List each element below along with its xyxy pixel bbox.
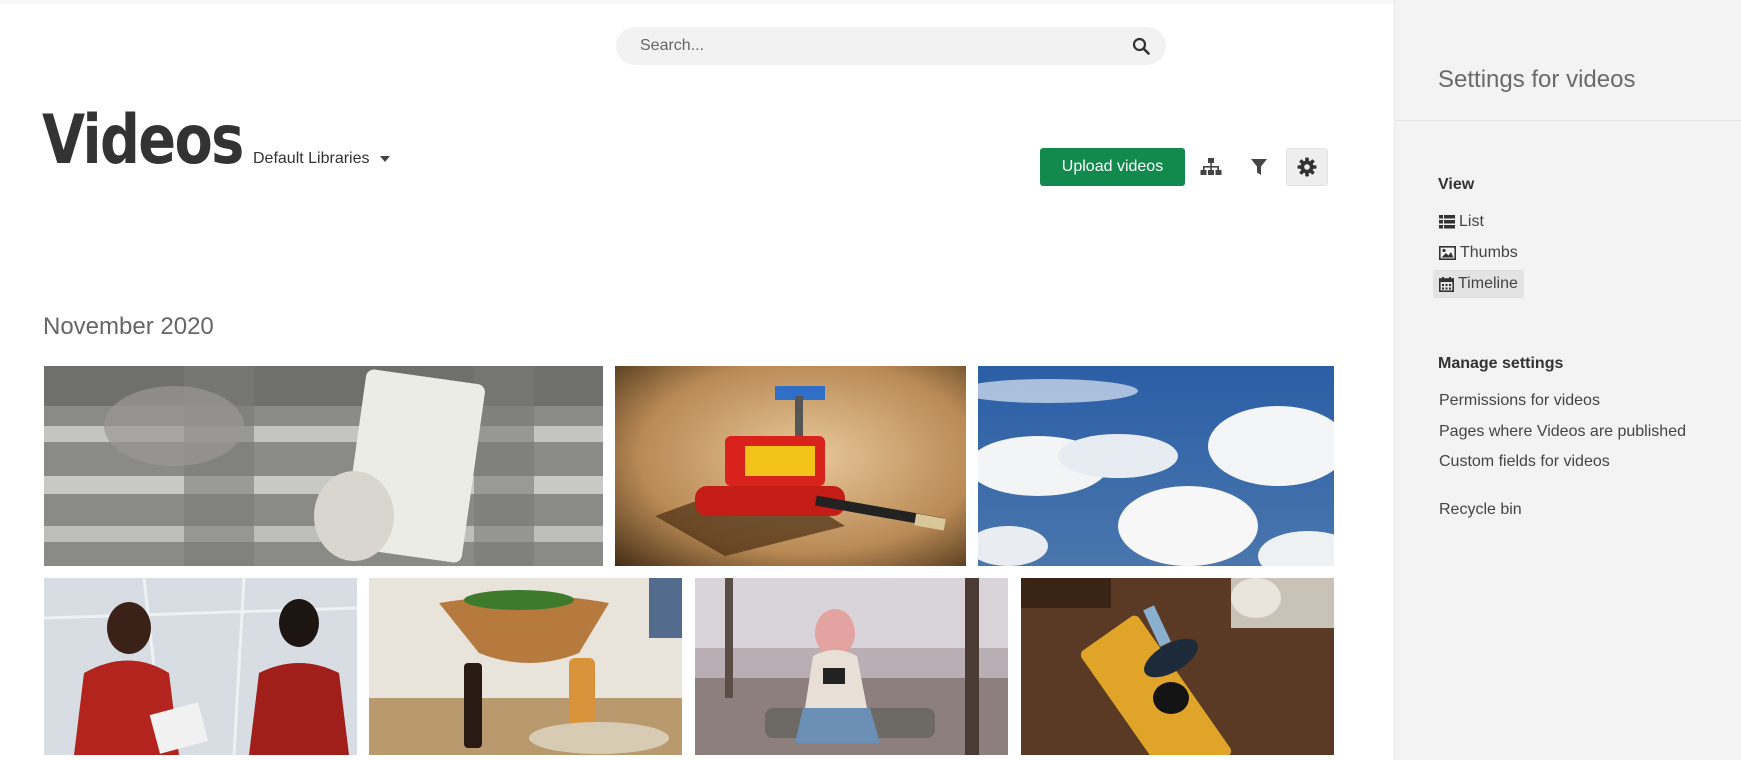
view-option-label: List bbox=[1459, 213, 1484, 230]
image-icon bbox=[1439, 246, 1456, 260]
hierarchy-icon bbox=[1200, 158, 1222, 175]
published-pages-link[interactable]: Pages where Videos are published bbox=[1439, 423, 1686, 441]
caret-down-icon bbox=[379, 156, 390, 162]
sidebar-title: Settings for videos bbox=[1438, 66, 1636, 93]
view-option-thumbs[interactable]: Thumbs bbox=[1433, 239, 1524, 267]
search-icon[interactable] bbox=[1130, 35, 1152, 57]
settings-button[interactable] bbox=[1286, 148, 1328, 186]
view-option-list[interactable]: List bbox=[1433, 208, 1490, 236]
recycle-bin-link[interactable]: Recycle bin bbox=[1439, 501, 1522, 519]
video-thumbnail-clouds[interactable] bbox=[978, 366, 1334, 566]
page-title: Videos bbox=[42, 101, 244, 180]
upload-videos-button[interactable]: Upload videos bbox=[1040, 148, 1185, 186]
video-thumbnail-yoga-mat[interactable] bbox=[1021, 578, 1334, 755]
list-icon bbox=[1439, 215, 1455, 229]
video-thumbnail-salad-bowl[interactable] bbox=[369, 578, 682, 755]
video-thumbnail-woman-with-camera[interactable] bbox=[695, 578, 1008, 755]
permissions-link[interactable]: Permissions for videos bbox=[1439, 392, 1600, 410]
custom-fields-link[interactable]: Custom fields for videos bbox=[1439, 453, 1610, 471]
view-option-label: Thumbs bbox=[1460, 244, 1518, 261]
view-option-label: Timeline bbox=[1458, 275, 1518, 292]
calendar-icon bbox=[1439, 276, 1454, 292]
video-thumbnail-lego-robot[interactable] bbox=[615, 366, 966, 566]
filter-icon bbox=[1251, 159, 1267, 175]
library-dropdown[interactable]: Default Libraries bbox=[253, 150, 390, 168]
filter-button[interactable] bbox=[1238, 148, 1280, 186]
search-bar[interactable] bbox=[616, 27, 1166, 65]
top-border bbox=[0, 0, 1394, 4]
manage-settings-heading: Manage settings bbox=[1438, 355, 1564, 372]
sidebar-header bbox=[1395, 0, 1741, 121]
settings-sidebar: Settings for videos View List Thumbs Tim… bbox=[1394, 0, 1741, 760]
video-thumbnail-women-talking[interactable] bbox=[44, 578, 357, 755]
video-thumbnail-hand-with-card[interactable] bbox=[44, 366, 603, 566]
view-option-timeline[interactable]: Timeline bbox=[1433, 270, 1524, 298]
timeline-month-heading: November 2020 bbox=[43, 313, 214, 340]
hierarchy-button[interactable] bbox=[1190, 148, 1232, 186]
view-heading: View bbox=[1438, 176, 1475, 193]
gear-icon bbox=[1297, 157, 1317, 177]
search-input[interactable] bbox=[638, 36, 1130, 56]
library-dropdown-label: Default Libraries bbox=[253, 150, 370, 167]
